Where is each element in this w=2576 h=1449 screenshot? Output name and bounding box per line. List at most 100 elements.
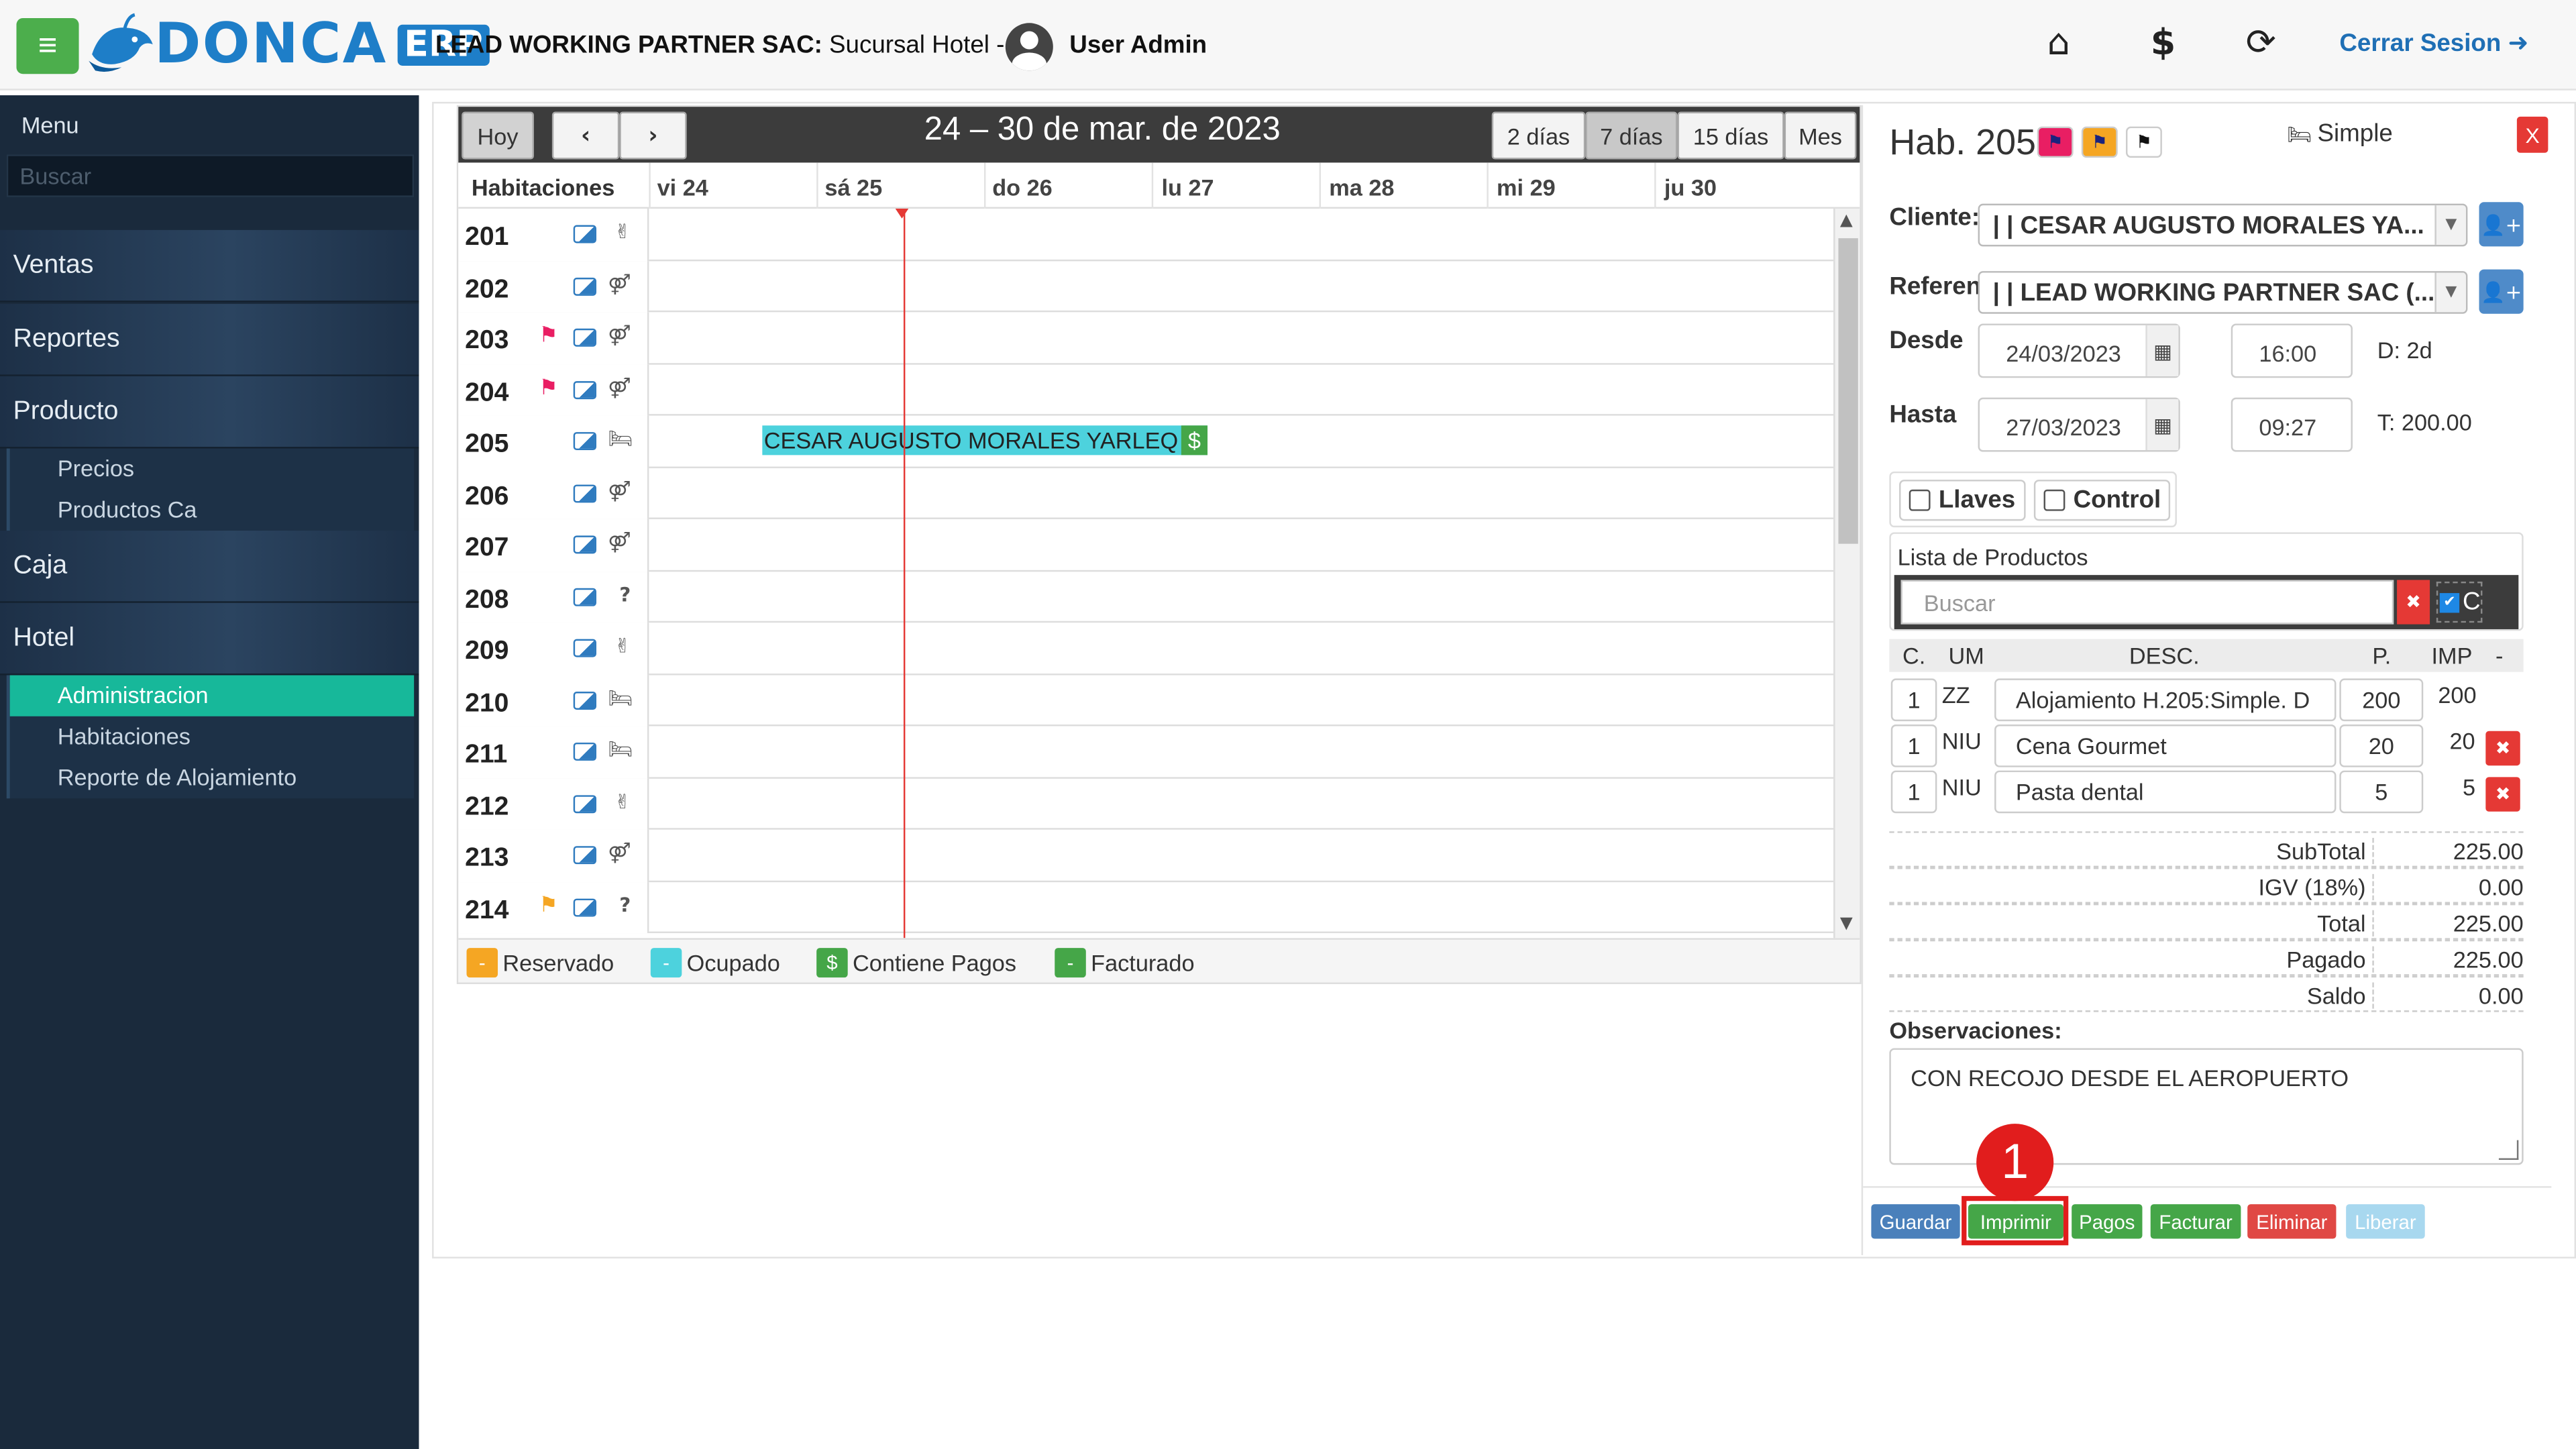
scrollbar-thumb[interactable] bbox=[1838, 238, 1858, 544]
menu-toggle-button[interactable]: ≡ bbox=[16, 17, 79, 74]
room-row[interactable]: 204 ⚑ ⚤ bbox=[458, 364, 1834, 416]
image-icon[interactable] bbox=[573, 432, 596, 451]
sidebar-item-reportes[interactable]: Reportes bbox=[0, 304, 419, 376]
sidebar-item-ventas[interactable]: Ventas bbox=[0, 229, 419, 303]
company-name: LEAD WORKING PARTNER SAC: Sucursal Hotel… bbox=[435, 32, 1026, 60]
view-2-days[interactable]: 2 días bbox=[1491, 111, 1586, 160]
chevron-down-icon[interactable]: ▼ bbox=[1840, 915, 1853, 933]
room-row[interactable]: 210 🛏 bbox=[458, 674, 1834, 727]
c-toggle[interactable]: ✔ C bbox=[2436, 581, 2483, 623]
hasta-date-input[interactable]: 27/03/2023 ▦ bbox=[1978, 397, 2180, 452]
room-row[interactable]: 207 ⚤ bbox=[458, 519, 1834, 572]
price-input[interactable]: 5 bbox=[2339, 770, 2424, 814]
flag-pink-icon[interactable]: ⚑ bbox=[2037, 126, 2074, 158]
facturar-button[interactable]: Facturar bbox=[2150, 1204, 2241, 1239]
price-input[interactable]: 200 bbox=[2339, 678, 2424, 722]
eliminar-button[interactable]: Eliminar bbox=[2247, 1204, 2337, 1239]
clear-search-button[interactable]: ✖ bbox=[2397, 580, 2430, 625]
image-icon[interactable] bbox=[573, 328, 596, 347]
booking-bar[interactable]: CESAR AUGUSTO MORALES YARLEQ $ bbox=[762, 425, 1208, 455]
llaves-checkbox[interactable]: Llaves bbox=[1899, 480, 2025, 521]
sidebar-subitem-administracion[interactable]: Administracion bbox=[9, 675, 415, 716]
sidebar-subitem-precios[interactable]: Precios bbox=[10, 449, 414, 490]
sidebar-item-caja[interactable]: Caja bbox=[0, 531, 419, 603]
hasta-time-input[interactable]: 09:27 bbox=[2231, 397, 2353, 452]
image-icon[interactable] bbox=[573, 742, 596, 761]
dollar-icon[interactable]: $ bbox=[2151, 23, 2176, 64]
image-icon[interactable] bbox=[573, 898, 596, 916]
desc-input[interactable]: Cena Gourmet bbox=[1994, 724, 2337, 767]
desc-input[interactable]: Alojamiento H.205:Simple. D bbox=[1994, 678, 2337, 722]
cliente-select[interactable]: | | CESAR AUGUSTO MORALES YA... ▼ bbox=[1978, 203, 2468, 247]
room-row[interactable]: 208? bbox=[458, 571, 1834, 623]
guardar-button[interactable]: Guardar bbox=[1871, 1204, 1960, 1239]
sidebar-subitem-habitaciones[interactable]: Habitaciones bbox=[10, 716, 414, 757]
price-input[interactable]: 20 bbox=[2339, 724, 2424, 767]
desde-date-input[interactable]: 24/03/2023 ▦ bbox=[1978, 323, 2180, 378]
today-button[interactable]: Hoy bbox=[462, 111, 534, 160]
add-reference-button[interactable]: 👤+ bbox=[2479, 269, 2524, 314]
image-icon[interactable] bbox=[573, 484, 596, 502]
imprimir-highlight bbox=[1962, 1195, 2069, 1246]
qty-input[interactable]: 1 bbox=[1890, 678, 1937, 722]
desc-input[interactable]: Pasta dental bbox=[1994, 770, 2337, 814]
close-button[interactable]: X bbox=[2516, 116, 2548, 153]
sidebar-subitem-reporte-alojamiento[interactable]: Reporte de Alojamiento bbox=[10, 757, 414, 798]
desde-time-input[interactable]: 16:00 bbox=[2231, 323, 2353, 378]
couple-icon: ⚤ bbox=[608, 323, 631, 347]
prev-button[interactable]: ‹ bbox=[551, 111, 620, 160]
pagos-button[interactable]: Pagos bbox=[2072, 1204, 2143, 1239]
product-search-input[interactable]: Buscar bbox=[1900, 580, 2394, 625]
app-root: ≡ DONCA ERP LEAD WORKING PARTNER SAC: Su… bbox=[0, 0, 2576, 1449]
image-icon[interactable] bbox=[573, 225, 596, 244]
add-client-button[interactable]: 👤+ bbox=[2479, 202, 2524, 247]
room-row[interactable]: 213 ⚤ bbox=[458, 829, 1834, 881]
referencia-select[interactable]: | | LEAD WORKING PARTNER SAC (... ▼ bbox=[1978, 271, 2468, 314]
flag-orange-icon[interactable]: ⚑ bbox=[2081, 126, 2118, 158]
lock-refresh-icon[interactable]: ⟳ bbox=[2246, 23, 2276, 64]
image-icon[interactable] bbox=[573, 690, 596, 709]
flag-black-icon[interactable]: ⚑ bbox=[2126, 126, 2162, 158]
image-icon[interactable] bbox=[573, 380, 596, 398]
delete-row-button[interactable]: ✖ bbox=[2485, 731, 2520, 766]
room-row[interactable]: 202 ⚤ bbox=[458, 260, 1834, 313]
liberar-button[interactable]: Liberar bbox=[2346, 1204, 2425, 1239]
qty-input[interactable]: 1 bbox=[1890, 724, 1937, 767]
room-row[interactable]: 211 🛏 bbox=[458, 726, 1834, 778]
room-row[interactable]: 206 ⚤ bbox=[458, 467, 1834, 519]
room-row[interactable]: 214 ⚑? bbox=[458, 881, 1834, 934]
sidebar-subitem-productos[interactable]: Productos Ca bbox=[10, 490, 414, 531]
room-row[interactable]: 212 ✌ bbox=[458, 777, 1834, 830]
totals-row: Pagado 225.00 bbox=[1889, 939, 2524, 976]
image-icon[interactable] bbox=[573, 535, 596, 554]
image-icon[interactable] bbox=[573, 276, 596, 295]
calendar-icon[interactable]: ▦ bbox=[2145, 325, 2179, 376]
room-row[interactable]: 205 🛏 CESAR AUGUSTO MORALES YARLEQ $ bbox=[458, 415, 1834, 468]
total-label: SubTotal bbox=[2276, 837, 2366, 865]
sidebar-item-producto[interactable]: Producto bbox=[0, 376, 419, 449]
view-7-days[interactable]: 7 días bbox=[1585, 111, 1678, 160]
legend-label: Contiene Pagos bbox=[853, 949, 1017, 976]
calendar-icon[interactable]: ▦ bbox=[2145, 399, 2179, 451]
question-icon: ? bbox=[619, 893, 631, 916]
calendar-scrollbar[interactable]: ▲ ▼ bbox=[1833, 209, 1860, 938]
image-icon[interactable] bbox=[573, 794, 596, 813]
image-icon[interactable] bbox=[573, 846, 596, 865]
sidebar-search-input[interactable]: Buscar bbox=[6, 154, 415, 197]
view-15-days[interactable]: 15 días bbox=[1677, 111, 1784, 160]
home-icon[interactable]: ⌂ bbox=[2047, 23, 2070, 64]
image-icon[interactable] bbox=[573, 639, 596, 657]
sidebar-item-hotel[interactable]: Hotel bbox=[0, 602, 419, 676]
room-row[interactable]: 209 ✌ bbox=[458, 623, 1834, 675]
chevron-up-icon[interactable]: ▲ bbox=[1840, 212, 1853, 230]
image-icon[interactable] bbox=[573, 587, 596, 606]
room-row[interactable]: 203 ⚑ ⚤ bbox=[458, 312, 1834, 364]
room-row[interactable]: 201 ✌ bbox=[458, 209, 1834, 261]
next-button[interactable]: › bbox=[619, 111, 687, 160]
logout-link[interactable]: Cerrar Sesion ➜ bbox=[2339, 28, 2528, 58]
view-month[interactable]: Mes bbox=[1784, 111, 1857, 160]
control-checkbox[interactable]: Control bbox=[2033, 480, 2171, 521]
resize-handle-icon[interactable] bbox=[2498, 1140, 2519, 1160]
qty-input[interactable]: 1 bbox=[1890, 770, 1937, 814]
delete-row-button[interactable]: ✖ bbox=[2485, 777, 2520, 812]
